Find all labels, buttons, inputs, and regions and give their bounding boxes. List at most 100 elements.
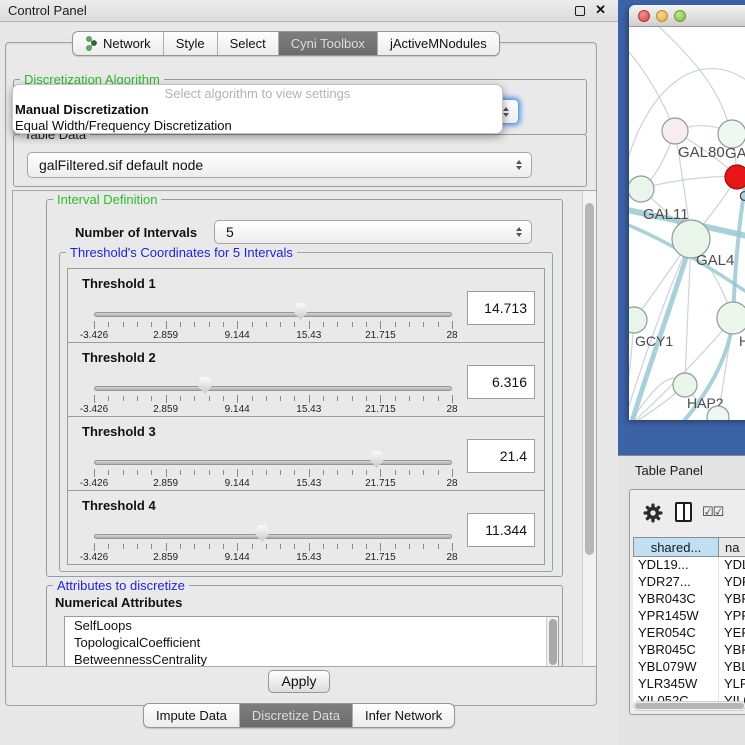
- table-row[interactable]: YBL079WYBL0: [633, 659, 745, 676]
- tab-cyni-toolbox[interactable]: Cyni Toolbox: [279, 32, 378, 55]
- table-cell-shared-name: YDL19...: [633, 557, 719, 574]
- slider-tick: [194, 322, 195, 327]
- column-header-shared-name[interactable]: shared...: [633, 537, 719, 557]
- tab-label: Network: [103, 36, 151, 51]
- slider-tick: [352, 322, 353, 327]
- slider-tick: [108, 396, 109, 401]
- threshold-value-field[interactable]: 6.316: [467, 365, 535, 399]
- slider-tick: [352, 470, 353, 475]
- attribute-list-item[interactable]: SelfLoops: [65, 617, 558, 634]
- network-node-gal11[interactable]: [629, 176, 654, 202]
- slider-tick-label: 21.715: [365, 330, 396, 341]
- bottom-tab-impute-data[interactable]: Impute Data: [144, 704, 240, 727]
- slider-tick: [123, 470, 124, 475]
- threshold-slider-thumb[interactable]: [369, 450, 384, 468]
- main-scrollbar[interactable]: [582, 191, 596, 666]
- threshold-value-field[interactable]: 11.344: [467, 513, 535, 547]
- threshold-value-field[interactable]: 14.713: [467, 291, 535, 325]
- slider-tick: [151, 322, 152, 327]
- tab-label: Style: [176, 36, 205, 51]
- tab-network[interactable]: Network: [73, 32, 164, 55]
- main-scrollbar-thumb[interactable]: [585, 203, 594, 555]
- apply-button[interactable]: Apply: [268, 670, 330, 693]
- node-table: shared... na YDL19...YDL1YDR27...YDR2YBR…: [633, 537, 745, 710]
- threshold-slider-track[interactable]: [94, 460, 452, 465]
- table-row[interactable]: YER054CYER0: [633, 625, 745, 642]
- slider-tick-label: 28: [446, 552, 457, 563]
- table-data-select[interactable]: galFiltered.sif default node: [27, 152, 532, 178]
- slider-tick-label: 28: [446, 404, 457, 415]
- minimize-traffic-light-icon[interactable]: [656, 10, 668, 22]
- close-traffic-light-icon[interactable]: [638, 10, 650, 22]
- threshold-slider-track[interactable]: [94, 534, 452, 539]
- tab-jactivemnodules[interactable]: jActiveMNodules: [378, 32, 499, 55]
- slider-tick: [209, 322, 210, 327]
- slider-tick: [266, 544, 267, 549]
- table-toolbar: ☑☑: [630, 490, 745, 537]
- right-region: GAL80GACGAL11GAL4GCY1HHAP2 Table Panel: [618, 0, 745, 745]
- threshold-slider-track[interactable]: [94, 312, 452, 317]
- bottom-tab-discretize-data[interactable]: Discretize Data: [240, 704, 353, 727]
- table-row[interactable]: YBR045CYBR0: [633, 642, 745, 659]
- bottom-tab-infer-network[interactable]: Infer Network: [353, 704, 454, 727]
- slider-tick-label: 15.43: [296, 552, 321, 563]
- zoom-traffic-light-icon[interactable]: [674, 10, 686, 22]
- slider-tick-label: -3.426: [80, 478, 108, 489]
- column-header-name[interactable]: na: [719, 537, 745, 557]
- slider-tick: [395, 396, 396, 401]
- threshold-value-field[interactable]: 21.4: [467, 439, 535, 473]
- threshold-slider-thumb[interactable]: [293, 302, 308, 320]
- table-row[interactable]: YDL19...YDL1: [633, 557, 745, 574]
- gear-icon[interactable]: [643, 503, 663, 523]
- num-intervals-spinner[interactable]: 5: [214, 220, 532, 244]
- close-icon[interactable]: ✕: [595, 2, 606, 18]
- attribute-list-item[interactable]: BetweennessCentrality: [65, 651, 558, 667]
- slider-tick: [309, 543, 310, 551]
- table-row[interactable]: YBR043CYBR0: [633, 591, 745, 608]
- slider-tick: [137, 544, 138, 549]
- popup-option-manual-discretization[interactable]: Manual Discretization: [13, 102, 502, 118]
- table-row[interactable]: YPR145WYPR1: [633, 608, 745, 625]
- network-node-gcy1[interactable]: [629, 307, 647, 333]
- tab-style[interactable]: Style: [164, 32, 218, 55]
- network-node-h[interactable]: [717, 302, 745, 334]
- slider-tick: [137, 396, 138, 401]
- slider-tick: [294, 544, 295, 549]
- network-node-label: GAL80: [678, 144, 725, 161]
- network-node-ga[interactable]: [718, 120, 745, 148]
- slider-tick: [409, 396, 410, 401]
- slider-tick: [323, 396, 324, 401]
- list-scrollbar[interactable]: [546, 617, 558, 667]
- slider-tick: [380, 395, 381, 403]
- bottom-tab-label: Infer Network: [365, 708, 442, 723]
- float-window-icon[interactable]: [575, 6, 585, 16]
- table-rows: YDL19...YDL1YDR27...YDR2YBR043CYBR0YPR14…: [633, 557, 745, 710]
- attribute-list-item[interactable]: TopologicalCoefficient: [65, 634, 558, 651]
- tab-select[interactable]: Select: [218, 32, 279, 55]
- table-row[interactable]: YLR345WYLR3: [633, 676, 745, 693]
- popup-option-equal-width-frequency[interactable]: Equal Width/Frequency Discretization: [13, 118, 502, 134]
- split-columns-icon[interactable]: [675, 502, 692, 522]
- network-node-hap2[interactable]: [673, 373, 697, 397]
- table-data-selected-value: galFiltered.sif default node: [39, 153, 203, 177]
- network-canvas[interactable]: GAL80GACGAL11GAL4GCY1HHAP2: [629, 27, 745, 420]
- network-node-label: GCY1: [635, 333, 673, 349]
- checkbox-filter-icons[interactable]: ☑☑: [702, 504, 723, 520]
- table-row[interactable]: YDR27...YDR2: [633, 574, 745, 591]
- slider-tick: [194, 396, 195, 401]
- network-node-gal80[interactable]: [662, 118, 688, 144]
- threshold-slider-track[interactable]: [94, 386, 452, 391]
- slider-tick: [395, 322, 396, 327]
- threshold-slider-thumb[interactable]: [197, 376, 212, 394]
- slider-tick: [252, 396, 253, 401]
- numerical-attributes-list[interactable]: SelfLoopsTopologicalCoefficientBetweenne…: [64, 616, 559, 667]
- slider-tick-label: 21.715: [365, 552, 396, 563]
- slider-tick: [337, 322, 338, 327]
- slider-tick: [237, 395, 238, 403]
- threshold-label: Threshold 3: [82, 424, 156, 439]
- network-node-c[interactable]: [725, 165, 745, 189]
- table-horizontal-scrollbar[interactable]: [633, 701, 745, 711]
- table-cell-name: YDR2: [719, 574, 745, 591]
- spinner-arrows-icon: [516, 227, 522, 237]
- threshold-slider-thumb[interactable]: [255, 524, 270, 542]
